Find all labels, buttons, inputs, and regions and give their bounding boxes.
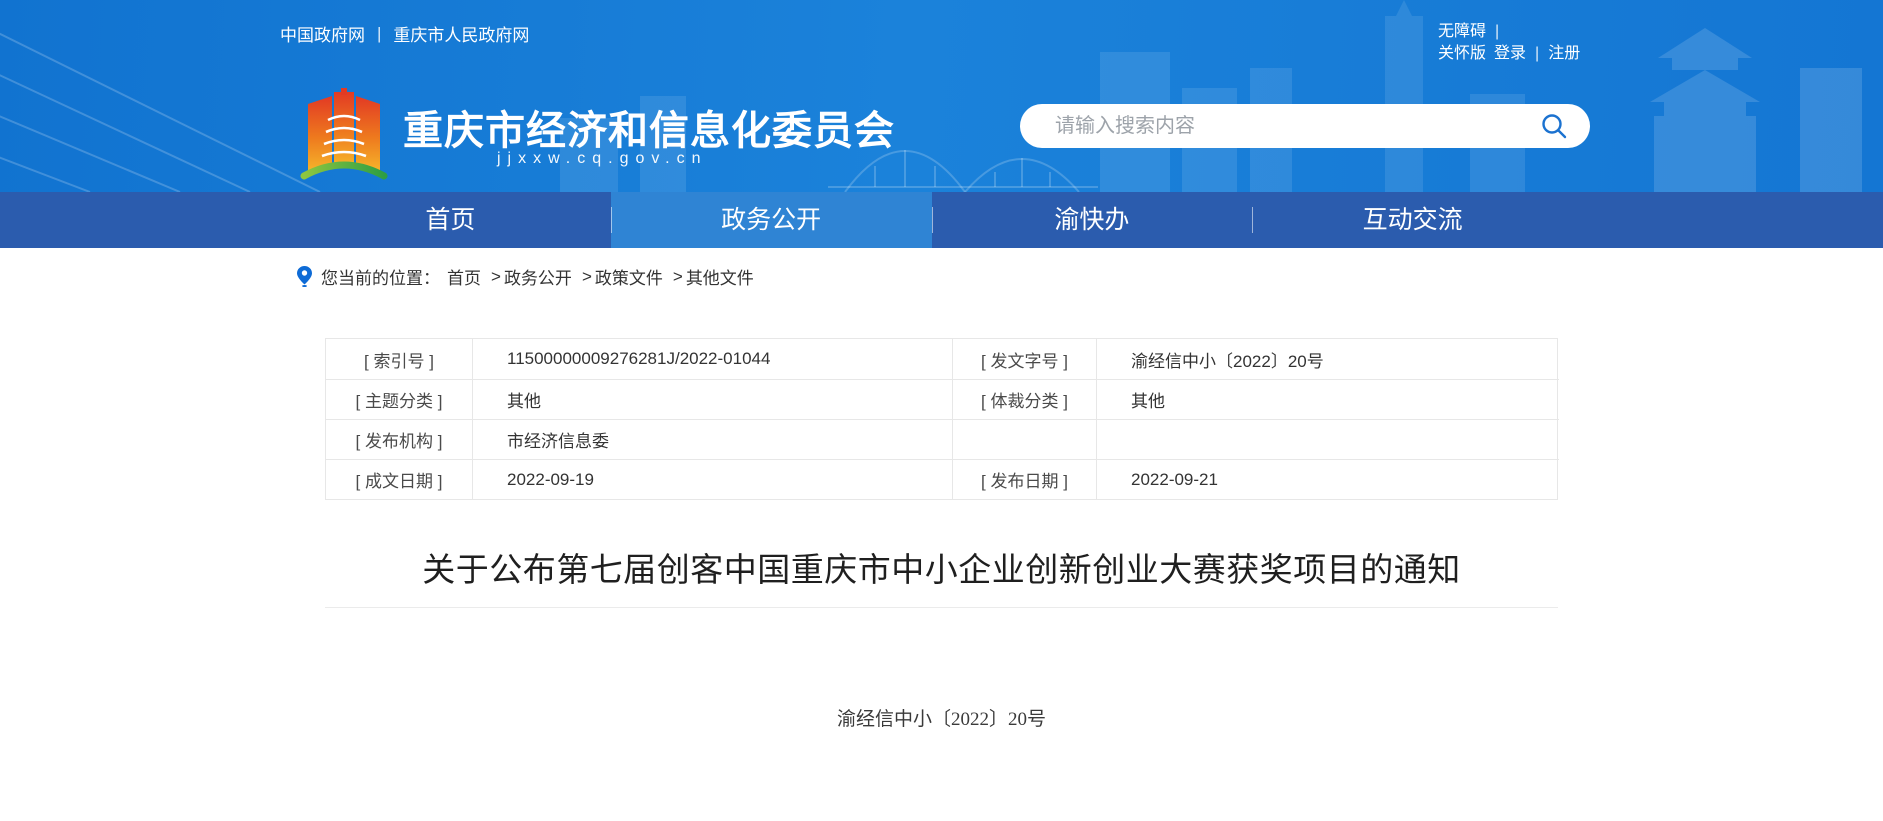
- breadcrumb: 您当前的位置： 首页 > 政务公开 > 政策文件 > 其他文件: [297, 264, 754, 289]
- site-logo-link[interactable]: 重庆市经济和信息化委员会 jjxxw.cq.gov.cn: [300, 86, 900, 192]
- meta-value: 其他: [472, 379, 952, 419]
- meta-table: [ 索引号 ] 11500000009276281J/2022-01044[ 发文…: [325, 338, 1559, 500]
- meta-label: [ 主题分类 ]: [326, 379, 472, 419]
- login-link[interactable]: 登录: [1494, 43, 1526, 65]
- page: 中国政府网 | 重庆市人民政府网 无障碍 | 关怀版 登录 | 注册 重庆市经济…: [0, 0, 1883, 821]
- meta-label: [ 成文日期 ]: [326, 459, 472, 499]
- link-chongqing-gov[interactable]: 重庆市人民政府网: [393, 21, 529, 46]
- meta-label: [ 索引号 ]: [364, 351, 434, 371]
- breadcrumb-separator: >: [672, 266, 683, 286]
- meta-value: 渝经信中小〔2022〕20号: [1096, 339, 1559, 379]
- nav-tab-gov-info[interactable]: 政务公开: [610, 192, 932, 248]
- topbar-left-links: 中国政府网 | 重庆市人民政府网: [280, 21, 529, 46]
- meta-label: [ 体裁分类 ]: [952, 379, 1096, 419]
- meta-value: 2022-09-21: [1096, 459, 1559, 499]
- site-url: jjxxw.cq.gov.cn: [497, 150, 708, 167]
- meta-label: [ 发布日期 ]: [952, 459, 1096, 499]
- link-china-gov[interactable]: 中国政府网: [280, 21, 365, 46]
- topbar-right-links: 无障碍 | 关怀版 登录 | 注册: [1438, 21, 1580, 65]
- meta-label: [ 发文字号 ]: [952, 339, 1096, 379]
- main-nav: 首页 政务公开 渝快办 互动交流: [0, 192, 1883, 248]
- meta-label: [ 发布机构 ]: [326, 419, 472, 459]
- breadcrumb-items: 首页 > 政务公开 > 政策文件 > 其他文件: [440, 264, 754, 289]
- site-header: 中国政府网 | 重庆市人民政府网 无障碍 | 关怀版 登录 | 注册 重庆市经济…: [0, 0, 1883, 192]
- meta-label: [952, 419, 1096, 459]
- topbar-separator: |: [377, 23, 382, 43]
- care-version-link[interactable]: 关怀版: [1438, 43, 1486, 65]
- search-icon[interactable]: [1540, 112, 1568, 140]
- meta-value: 市经济信息委: [472, 419, 952, 459]
- meta-value: [1096, 419, 1559, 459]
- breadcrumb-item-2[interactable]: 政务公开: [504, 264, 572, 289]
- nav-tab-interaction[interactable]: 互动交流: [1252, 192, 1573, 248]
- nav-tab-home[interactable]: 首页: [290, 192, 611, 248]
- article-title: 关于公布第七届创客中国重庆市中小企业创新创业大赛获奖项目的通知: [422, 551, 1461, 588]
- meta-value: 11500000009276281J/2022-01044: [472, 339, 952, 379]
- topbar-separator: |: [1495, 23, 1500, 40]
- register-link[interactable]: 注册: [1548, 43, 1580, 65]
- meta-value: 2022-09-19: [472, 459, 952, 499]
- nav-tabs: 首页 政务公开 渝快办 互动交流: [290, 192, 1573, 248]
- site-title: 重庆市经济和信息化委员会: [403, 109, 895, 153]
- breadcrumb-item-4[interactable]: 其他文件: [686, 264, 754, 289]
- meta-value: 其他: [1096, 379, 1559, 419]
- document-number: 渝经信中小〔2022〕20号: [836, 709, 1046, 730]
- search-box: [1020, 104, 1590, 148]
- breadcrumb-separator: >: [491, 266, 501, 286]
- search-input[interactable]: [1055, 114, 1540, 138]
- breadcrumb-item-1[interactable]: 首页: [447, 264, 481, 289]
- nav-tab-yukuaiban[interactable]: 渝快办: [931, 192, 1253, 248]
- breadcrumb-separator: >: [581, 266, 592, 286]
- breadcrumb-item-3[interactable]: 政策文件: [595, 264, 663, 289]
- location-pin-icon: [297, 266, 312, 287]
- topbar-separator: |: [1535, 45, 1540, 62]
- title-divider: [325, 607, 1558, 608]
- breadcrumb-label: 您当前的位置：: [321, 269, 440, 288]
- accessibility-link[interactable]: 无障碍: [1438, 21, 1486, 43]
- emblem-icon: [300, 88, 388, 180]
